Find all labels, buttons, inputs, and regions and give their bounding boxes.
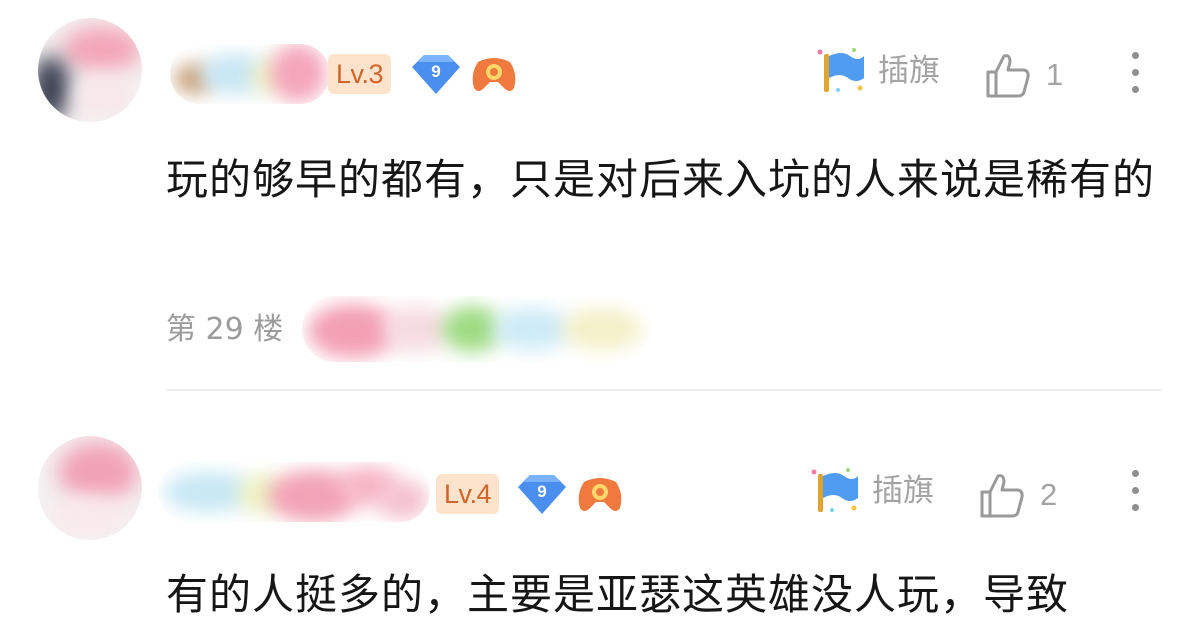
fan-level-gem-icon: 9 <box>516 472 568 516</box>
flag-icon <box>810 466 862 516</box>
flag-label: 插旗 <box>878 53 940 89</box>
plant-flag-button[interactable]: 插旗 <box>810 466 934 516</box>
more-options-icon[interactable] <box>1126 48 1146 98</box>
gamepad-badge-icon <box>576 472 624 516</box>
fan-level-number: 9 <box>431 62 441 81</box>
username-blurred[interactable] <box>158 462 430 522</box>
avatar[interactable] <box>38 18 142 122</box>
thumbs-up-icon <box>984 50 1032 100</box>
comment-text: 玩的够早的都有，只是对后来入坑的人来说是稀有的 <box>166 155 1156 204</box>
gamepad-badge-icon <box>470 52 518 96</box>
comment-item: Lv.4 9 插旗 2 有的人挺多的，主要是亚瑟这英雄没人玩，导致 <box>0 392 1200 638</box>
flag-label: 插旗 <box>872 473 934 509</box>
level-badge: Lv.3 <box>328 54 392 94</box>
thumbs-up-icon <box>978 470 1026 520</box>
fan-level-number: 9 <box>537 482 547 501</box>
plant-flag-button[interactable]: 插旗 <box>816 46 940 96</box>
like-count: 1 <box>1046 57 1064 92</box>
fan-level-gem-icon: 9 <box>410 52 462 96</box>
badge-blurred <box>302 296 650 362</box>
username-blurred[interactable] <box>170 44 330 104</box>
avatar[interactable] <box>38 436 142 540</box>
level-badge: Lv.4 <box>436 474 500 514</box>
comment-text: 有的人挺多的，主要是亚瑟这英雄没人玩，导致 <box>166 570 1070 619</box>
flag-icon <box>816 46 868 96</box>
like-count: 2 <box>1040 477 1058 512</box>
more-options-icon[interactable] <box>1126 466 1146 516</box>
like-button[interactable]: 2 <box>978 468 1057 522</box>
comment-item: Lv.3 9 插旗 1 玩的够早的都有，只是对后来入坑的人来说是稀有的 第 29… <box>0 0 1200 392</box>
like-button[interactable]: 1 <box>984 48 1063 102</box>
floor-number: 第 29 楼 <box>166 312 284 347</box>
divider <box>166 389 1162 391</box>
